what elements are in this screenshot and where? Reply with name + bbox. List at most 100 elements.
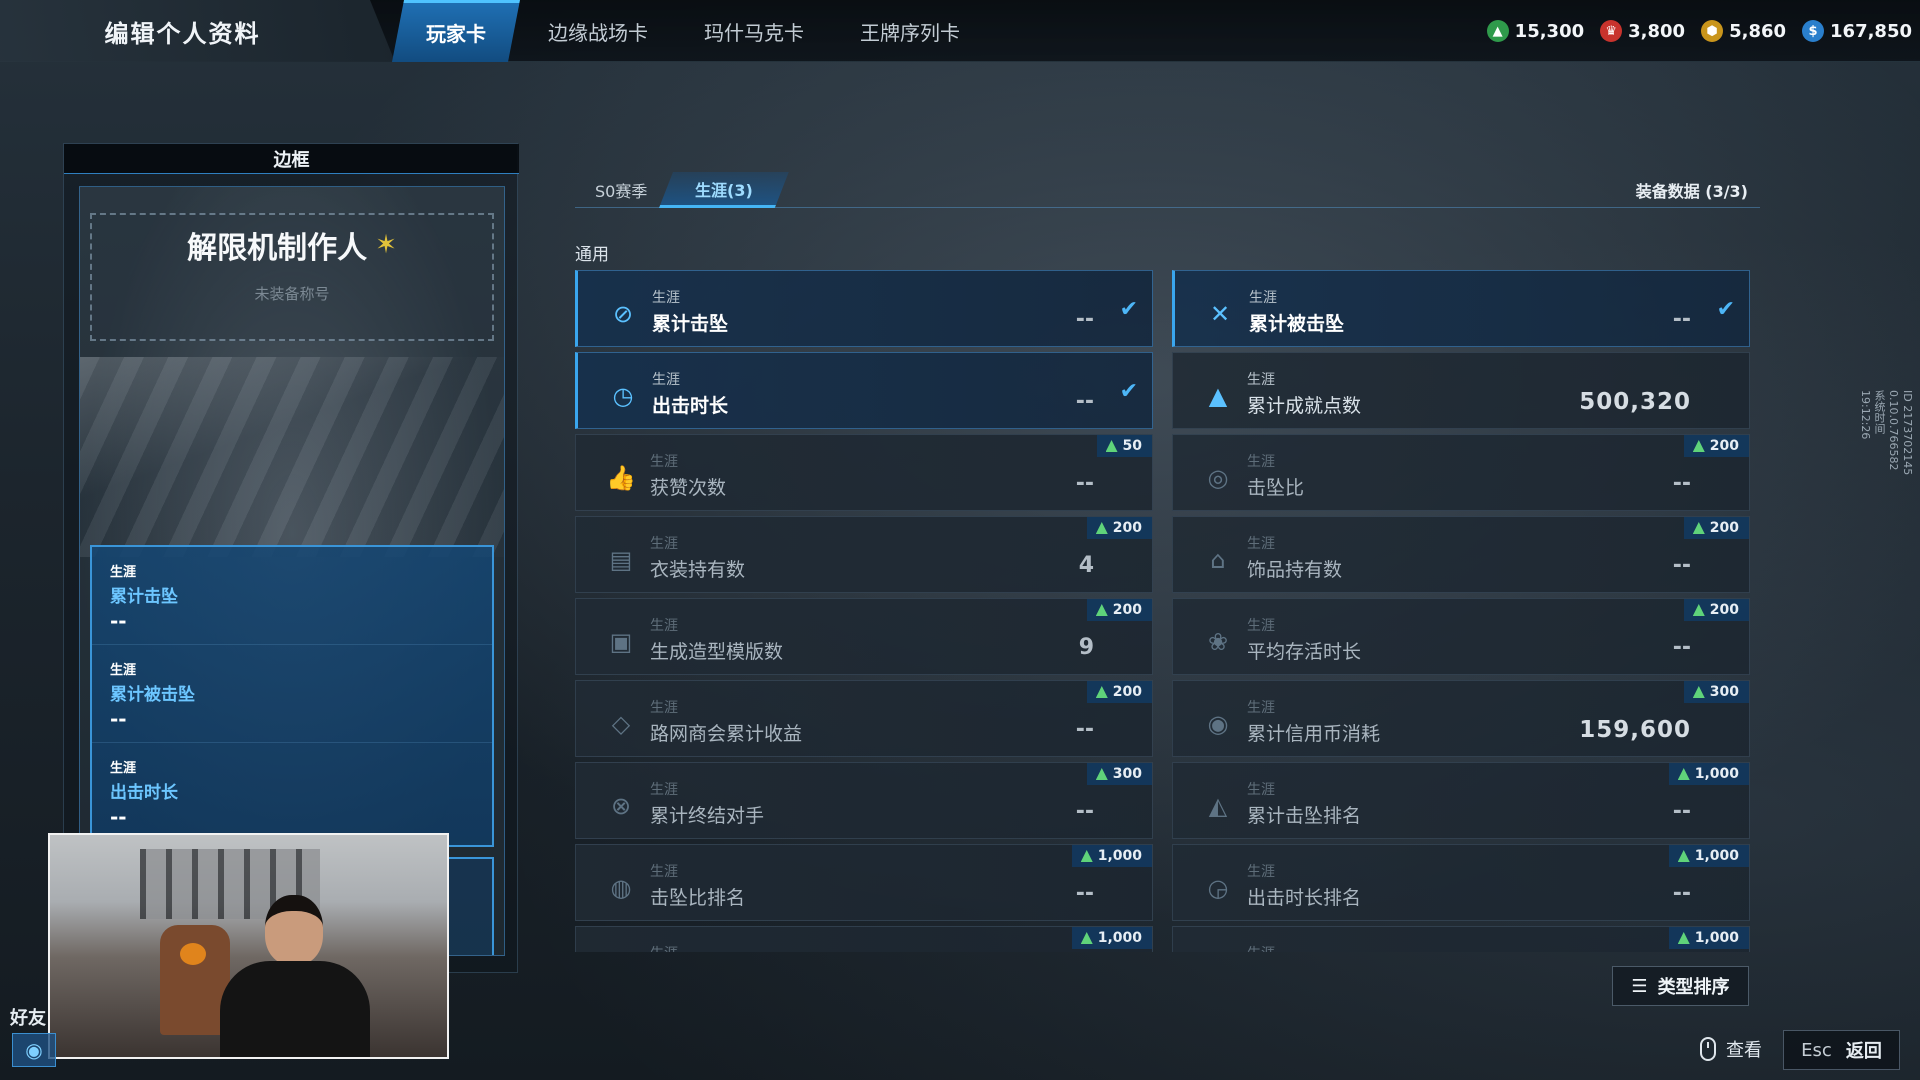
gold-hex-icon: ⬢ — [1701, 20, 1724, 42]
unlock-cost-tag: 200 — [1683, 435, 1749, 457]
equip-data-count: 装备数据 (3/3) — [1635, 182, 1748, 201]
tab-edge-battlefield-card[interactable]: 边缘战场卡 — [520, 0, 676, 62]
system-time-label: 系统时间 — [1873, 390, 1886, 434]
stat-category: 生涯 — [650, 618, 678, 634]
stat-card[interactable]: ⊘ 生涯 累计击坠 -- ✔ — [575, 270, 1153, 347]
system-time: 19:12:26 — [1859, 390, 1872, 440]
stat-value: -- — [1672, 307, 1691, 332]
side-meta: ID 2173702145 0.10.0.766582 系统时间 19:12:2… — [1859, 390, 1914, 485]
stat-category: 生涯 — [1247, 372, 1275, 388]
stat-value: -- — [1672, 799, 1691, 824]
finisher-icon: ⊗ — [610, 792, 632, 820]
tab-ace-sequence-card[interactable]: 王牌序列卡 — [832, 0, 988, 62]
back-label: 返回 — [1845, 1041, 1882, 1062]
webcam-head — [265, 895, 323, 965]
equipped-stat: 生涯 累计被击坠 -- — [92, 645, 492, 743]
page-title: 编辑个人资料 — [0, 0, 395, 62]
currency-item: ⬢ 5,860 — [1701, 20, 1786, 42]
unlock-cost-tag: 200 — [1086, 681, 1152, 703]
stat-card[interactable]: ✕ 生涯 累计被击坠 -- ✔ — [1172, 270, 1750, 347]
stat-card[interactable]: ◶ 生涯 出击时长排名 -- 1,000 — [1172, 844, 1750, 921]
stat-name: 衣装持有数 — [650, 559, 746, 581]
stat-category: 生涯 — [650, 943, 678, 952]
equipped-check-icon: ✔ — [1119, 379, 1138, 404]
stat-name: 累计击坠排名 — [1247, 805, 1362, 827]
stat-value: 9 — [1078, 635, 1094, 660]
stat-category: 生涯 — [1247, 782, 1275, 798]
clock-icon: ◷ — [612, 382, 634, 410]
currency-item: ♛ 3,800 — [1600, 20, 1685, 42]
stat-card[interactable]: ▣ 生涯 生成造型模版数 9 200 — [575, 598, 1153, 675]
stat-card[interactable]: ▲ 生涯 累计成就点数 500,320 — [1172, 352, 1750, 429]
unlock-cost-tag: 1,000 — [1071, 845, 1152, 867]
time-rank-icon: ◶ — [1207, 874, 1229, 902]
stat-category: 生涯 — [1249, 290, 1277, 306]
tab-season-s0[interactable]: S0赛季 — [595, 172, 647, 208]
subtab-bar: S0赛季 生涯(3) 装备数据 (3/3) — [575, 172, 1760, 208]
ratio-icon: ◎ — [1207, 464, 1229, 492]
unlock-cost-tag: 1,000 — [1071, 927, 1152, 949]
unlock-cost-tag: 1,000 — [1668, 845, 1749, 867]
stat-name: 平均存活时长 — [1247, 641, 1362, 663]
frame-header: 边框 — [64, 144, 519, 174]
stat-value: -- — [1075, 389, 1094, 414]
stat-name: 累计击坠 — [652, 313, 729, 335]
stat-card[interactable]: ▤ 生涯 衣装持有数 4 200 — [575, 516, 1153, 593]
stat-category: 生涯 — [650, 864, 678, 880]
stat-card[interactable]: ◷ 生涯 出击时长 -- ✔ — [575, 352, 1153, 429]
friend-avatar-icon[interactable]: ◉ — [12, 1033, 56, 1067]
stat-card[interactable]: 生涯 1,000 — [575, 926, 1153, 952]
tab-mashmak-card[interactable]: 玛什马克卡 — [676, 0, 832, 62]
stat-card[interactable]: ❀ 生涯 平均存活时长 -- 200 — [1172, 598, 1750, 675]
title-slot[interactable]: 解限机制作人 ✶ 未装备称号 — [90, 213, 494, 341]
stat-card[interactable]: 👍 生涯 获赞次数 -- 50 — [575, 434, 1153, 511]
back-button[interactable]: Esc 返回 — [1783, 1030, 1900, 1070]
rank-icon: ◭ — [1208, 792, 1228, 820]
stat-category: 生涯 — [650, 782, 678, 798]
equipped-title: 解限机制作人 — [187, 231, 368, 266]
card-tabs: 玩家卡 边缘战场卡 玛什马克卡 王牌序列卡 — [392, 0, 988, 62]
unlock-cost-tag: 300 — [1086, 763, 1152, 785]
currency-value: 167,850 — [1830, 20, 1912, 42]
view-hint[interactable]: 查看 — [1700, 1036, 1762, 1062]
sort-by-type-button[interactable]: ☰ 类型排序 — [1612, 966, 1749, 1006]
equipped-stats-box[interactable]: 生涯 累计击坠 -- 生涯 累计被击坠 -- 生涯 出击时长 -- — [90, 545, 494, 847]
stat-card[interactable]: ◇ 生涯 路网商会累计收益 -- 200 — [575, 680, 1153, 757]
stat-card[interactable]: ◎ 生涯 击坠比 -- 200 — [1172, 434, 1750, 511]
player-id: ID 2173702145 — [1901, 390, 1914, 476]
friends-label[interactable]: 好友 — [10, 1004, 46, 1030]
stat-card[interactable]: ⌂ 生涯 饰品持有数 -- 200 — [1172, 516, 1750, 593]
currency-item: ▲ 15,300 — [1486, 20, 1584, 42]
stat-value: -- — [1075, 307, 1094, 332]
stat-card[interactable]: ⊗ 生涯 累计终结对手 -- 300 — [575, 762, 1153, 839]
stat-card[interactable]: ◍ 生涯 击坠比排名 -- 1,000 — [575, 844, 1153, 921]
stat-category: 生涯 — [650, 454, 678, 470]
stat-category: 生涯 — [652, 372, 680, 388]
title-name-row: 解限机制作人 ✶ — [187, 223, 397, 267]
tab-player-card[interactable]: 玩家卡 — [392, 0, 520, 62]
unlock-cost-tag: 50 — [1096, 435, 1152, 457]
stat-card[interactable]: 生涯 1,000 — [1172, 926, 1750, 952]
stat-name: 饰品持有数 — [1247, 559, 1343, 581]
stat-value: -- — [1672, 881, 1691, 906]
webcam-pumpkin — [180, 943, 206, 965]
stat-value: -- — [110, 609, 127, 633]
list-sort-icon: ☰ — [1631, 975, 1648, 997]
stats-grid: ⊘ 生涯 累计击坠 -- ✔ ✕ 生涯 累计被击坠 -- ✔ ◷ 生涯 出击时长 -- ✔ ▲ 生涯 累计成就点数… — [575, 270, 1750, 952]
webcam-overlay — [48, 833, 449, 1059]
stat-name: 出击时长排名 — [1247, 887, 1362, 909]
stat-card[interactable]: ◭ 生涯 累计击坠排名 -- 1,000 — [1172, 762, 1750, 839]
stat-card[interactable]: ◉ 生涯 累计信用币消耗 159,600 300 — [1172, 680, 1750, 757]
currency-value: 5,860 — [1729, 20, 1787, 42]
stat-name: 生成造型模版数 — [650, 641, 784, 663]
accessory-icon: ⌂ — [1210, 546, 1226, 574]
stat-category: 生涯 — [1247, 943, 1275, 952]
stat-category: 生涯 — [1247, 536, 1275, 552]
tab-career[interactable]: 生涯(3) — [659, 172, 789, 208]
stat-name: 获赞次数 — [650, 477, 727, 499]
stat-category: 生涯 — [1247, 700, 1275, 716]
red-crest-icon: ♛ — [1600, 20, 1623, 42]
view-label: 查看 — [1726, 1040, 1762, 1061]
stat-value: -- — [110, 707, 127, 731]
credit-coin-icon: ◉ — [1207, 710, 1229, 738]
